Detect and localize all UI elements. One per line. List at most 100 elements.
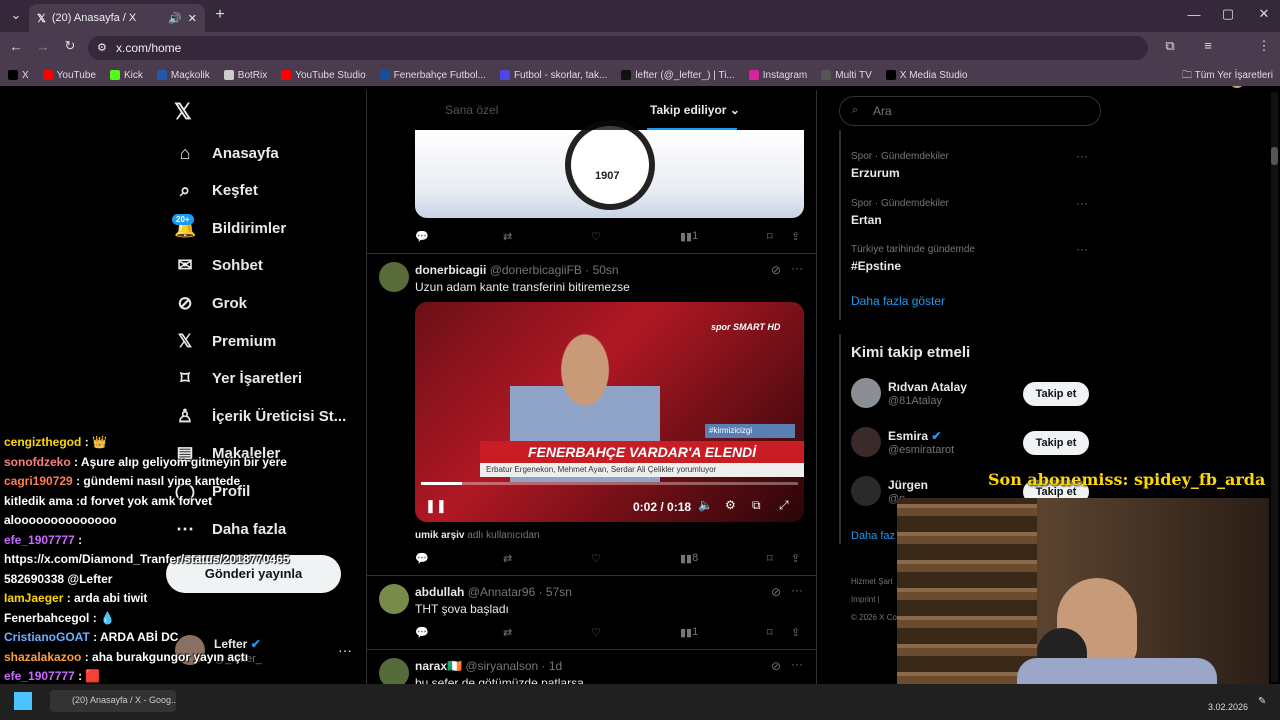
tweet-author[interactable]: abdullah @Annatar96 · 57sn [415, 585, 572, 599]
close-window-icon[interactable]: ✕ [1254, 6, 1274, 22]
extensions-icon[interactable]: ⧉ [1160, 38, 1180, 54]
trend-name[interactable]: Ertan [851, 213, 882, 227]
trend-more-icon[interactable]: ··· [1076, 196, 1088, 210]
scrollbar[interactable] [1271, 92, 1278, 682]
tweet-author[interactable]: donerbicagii @donerbicagiiFB · 50sn [415, 263, 619, 277]
scrollbar-thumb[interactable] [1271, 147, 1278, 165]
suggestion-avatar[interactable] [851, 378, 881, 408]
fullscreen-icon[interactable]: ⤢ [779, 498, 789, 513]
tweet-more-icon[interactable]: ··· [791, 657, 803, 671]
reply-icon[interactable]: 💬 [415, 230, 429, 243]
all-bookmarks[interactable]: 🗀 Tüm Yer İşaretleri [1182, 68, 1273, 85]
bookmark-item[interactable]: YouTube Studio [281, 70, 366, 81]
media-icon[interactable]: ≡ [1198, 38, 1218, 53]
minimize-icon[interactable]: — [1184, 7, 1204, 22]
bookmark-item[interactable]: Kick [109, 70, 143, 81]
tweet-avatar[interactable] [379, 584, 409, 614]
back-icon[interactable]: ← [6, 39, 26, 54]
tweet-3[interactable]: narax🇮🇪 @siryanalson · 1d ⊘ ··· bu sefer… [367, 650, 816, 684]
tweet-avatar[interactable] [379, 262, 409, 292]
footer-imprint[interactable]: Imprint [851, 595, 875, 604]
suggestion-avatar[interactable] [851, 427, 881, 457]
trend-name[interactable]: Erzurum [851, 166, 900, 180]
like-icon[interactable]: ♡ [591, 230, 601, 243]
nav-item-messages[interactable]: ✉ Sohbet [174, 254, 262, 278]
search-input[interactable]: ⌕ Ara [839, 96, 1101, 126]
tab-search-icon[interactable]: ⌄ [6, 7, 26, 23]
nav-item-creator-studio[interactable]: ♙ İçerik Üreticisi St... [174, 404, 346, 428]
grok-icon[interactable]: ⊘ [771, 585, 781, 599]
video-source[interactable]: umik arşiv adlı kullanıcıdan [415, 530, 540, 541]
grok-icon[interactable]: ⊘ [771, 659, 781, 673]
follow-show-more[interactable]: Daha faz [851, 530, 895, 542]
bookmark-icon[interactable]: ⌑ [767, 626, 773, 639]
maximize-icon[interactable]: ▢ [1218, 6, 1238, 22]
bookmark-item[interactable]: lefter (@_lefter_) | Ti... [621, 70, 735, 81]
suggestion-avatar[interactable] [851, 476, 881, 506]
show-more-link[interactable]: Daha fazla göster [851, 294, 945, 308]
trend-more-icon[interactable]: ··· [1076, 242, 1088, 256]
tab-for-you[interactable]: Sana özel [445, 103, 498, 117]
bookmark-item[interactable]: Futbol - skorlar, tak... [499, 70, 607, 81]
share-icon[interactable]: ⇪ [791, 626, 800, 639]
taskbar-chrome-window[interactable]: (20) Anasayfa / X - Goog... [50, 690, 176, 712]
video-progress-track[interactable] [421, 482, 798, 485]
reply-icon[interactable]: 💬 [415, 552, 429, 565]
nav-item-bookmarks[interactable]: ⌑ Yer İşaretleri [174, 367, 302, 391]
suggestion-name[interactable]: Esmira ✔ [888, 429, 941, 443]
pip-icon[interactable]: ⧉ [752, 498, 761, 513]
account-more-icon[interactable]: ··· [338, 642, 352, 658]
grok-icon[interactable]: ⊘ [771, 263, 781, 277]
like-icon[interactable]: ♡ [591, 626, 601, 639]
like-icon[interactable]: ♡ [591, 552, 601, 565]
bookmark-item[interactable]: Fenerbahçe Futbol... [379, 70, 486, 81]
tweet-more-icon[interactable]: ··· [791, 261, 803, 275]
tweet-more-icon[interactable]: ··· [791, 583, 803, 597]
follow-button[interactable]: Takip et [1023, 431, 1089, 455]
bookmark-item[interactable]: Maçkolik [156, 70, 210, 81]
tweet-2[interactable]: abdullah @Annatar96 · 57sn ⊘ ··· THT şov… [367, 576, 816, 650]
tweet-avatar[interactable] [379, 658, 409, 684]
bookmark-item[interactable]: Instagram [748, 70, 807, 81]
tweet-1[interactable]: donerbicagii @donerbicagiiFB · 50sn ⊘ ··… [367, 254, 816, 576]
menu-kebab-icon[interactable]: ⋮ [1254, 38, 1274, 54]
address-bar[interactable]: ⚙ x.com/home [88, 36, 1148, 60]
footer-terms[interactable]: Hizmet Şart [851, 573, 897, 591]
bookmark-item[interactable]: X [8, 70, 29, 81]
reload-icon[interactable]: ↻ [60, 38, 80, 54]
retweet-icon[interactable]: ⇄ [503, 552, 512, 565]
share-icon[interactable]: ⇪ [791, 230, 800, 243]
reply-icon[interactable]: 💬 [415, 626, 429, 639]
settings-icon[interactable]: ⚙ [725, 498, 736, 512]
bookmark-item[interactable]: YouTube [42, 70, 96, 81]
bookmark-icon[interactable]: ⌑ [767, 230, 773, 243]
share-icon[interactable]: ⇪ [791, 552, 800, 565]
bookmark-icon[interactable]: ⌑ [767, 552, 773, 565]
forward-icon[interactable]: → [33, 39, 53, 54]
nav-item-more[interactable]: ⋯ Daha fazla [174, 517, 286, 541]
tweet-author[interactable]: narax🇮🇪 @siryanalson · 1d [415, 659, 562, 673]
start-icon[interactable] [14, 692, 32, 710]
bookmark-item[interactable]: X Media Studio [885, 70, 968, 81]
browser-tab[interactable]: 𝕏 (20) Anasayfa / X 🔊 ✕ [29, 4, 205, 32]
notification-icon[interactable]: ✎ [1258, 696, 1266, 707]
video-player[interactable]: spor SMART HD #kirmizicizgi FENERBAHÇE V… [415, 302, 804, 522]
nav-item-premium[interactable]: 𝕏 Premium [174, 329, 276, 353]
trend-name[interactable]: #Epstine [851, 259, 901, 273]
nav-item-explore[interactable]: ⌕ Keşfet [174, 179, 258, 203]
pause-icon[interactable]: ❚❚ [425, 498, 447, 514]
suggestion-name[interactable]: Rıdvan Atalay [888, 380, 967, 394]
views-icon[interactable]: ▮▮ 1 [680, 626, 698, 639]
new-tab-icon[interactable]: + [210, 6, 230, 24]
bookmark-item[interactable]: BotRix [223, 70, 267, 81]
trend-more-icon[interactable]: ··· [1076, 149, 1088, 163]
tweet-media-image[interactable]: 1907 [415, 120, 804, 218]
views-icon[interactable]: ▮▮ 1 [680, 230, 698, 243]
tab-following[interactable]: Takip ediliyor ⌄ [650, 103, 740, 117]
nav-item-grok[interactable]: ⊘ Grok [174, 291, 247, 315]
follow-button[interactable]: Takip et [1023, 382, 1089, 406]
views-icon[interactable]: ▮▮ 8 [680, 552, 698, 565]
tab-audio-icon[interactable]: 🔊 [168, 12, 182, 25]
nav-item-home[interactable]: ⌂ Anasayfa [174, 141, 279, 165]
retweet-icon[interactable]: ⇄ [503, 230, 512, 243]
